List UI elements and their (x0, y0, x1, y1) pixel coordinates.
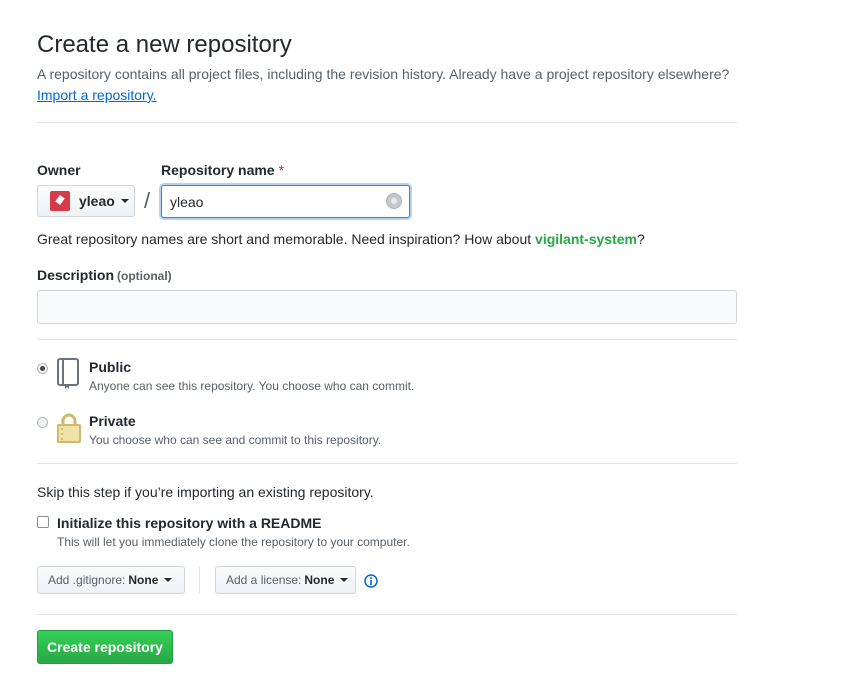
description-label-text: Description (37, 267, 115, 283)
info-icon[interactable] (364, 574, 378, 588)
page-subtitle: A repository contains all project files,… (37, 66, 730, 82)
gitignore-prefix: Add .gitignore: (48, 573, 126, 587)
page-title: Create a new repository (37, 31, 292, 58)
hint-text: Great repository names are short and mem… (37, 231, 536, 247)
owner-select-button[interactable]: yleao (37, 185, 135, 217)
public-option-title: Public (89, 359, 132, 375)
dropdown-divider (199, 566, 200, 594)
owner-repo-separator: / (144, 188, 151, 213)
user-avatar-icon (50, 191, 70, 211)
description-input[interactable] (37, 290, 737, 324)
import-repository-link[interactable]: Import a repository. (37, 87, 157, 103)
divider (37, 122, 737, 123)
description-label: Description (optional) (37, 267, 172, 283)
divider (37, 339, 737, 340)
private-radio[interactable] (37, 417, 48, 428)
repository-name-input[interactable] (161, 185, 410, 218)
repo-book-icon (57, 358, 79, 389)
license-prefix: Add a license: (226, 573, 302, 587)
gitignore-value: None (128, 573, 159, 587)
gitignore-dropdown[interactable]: Add .gitignore: None (37, 566, 185, 594)
public-radio[interactable] (37, 363, 48, 374)
optional-tag: (optional) (117, 269, 172, 283)
required-mark: * (278, 162, 285, 178)
repository-name-label: Repository name * (161, 162, 284, 178)
public-option-description: Anyone can see this repository. You choo… (89, 379, 415, 393)
skip-step-note: Skip this step if you’re importing an ex… (37, 484, 374, 500)
divider (37, 463, 737, 464)
private-option-description: You choose who can see and commit to thi… (89, 433, 382, 447)
license-dropdown[interactable]: Add a license: None (215, 566, 356, 594)
license-value: None (304, 573, 335, 587)
private-option-title: Private (89, 413, 136, 429)
name-suggestion-hint: Great repository names are short and mem… (37, 231, 645, 247)
owner-name: yleao (79, 193, 115, 209)
caret-down-icon (164, 578, 173, 582)
caret-down-icon (340, 578, 349, 582)
create-repository-button[interactable]: Create repository (37, 630, 173, 664)
owner-label: Owner (37, 162, 81, 178)
readme-checkbox-label[interactable]: Initialize this repository with a README (57, 515, 321, 531)
caret-down-icon (120, 199, 129, 203)
hint-suffix: ? (636, 231, 645, 247)
loading-spinner-icon (386, 193, 402, 209)
readme-checkbox[interactable] (37, 516, 49, 528)
lock-icon (57, 413, 81, 443)
repository-name-label-text: Repository name (161, 162, 275, 178)
divider (37, 614, 737, 615)
suggested-name-link[interactable]: vigilant-system (535, 231, 637, 247)
readme-description: This will let you immediately clone the … (57, 535, 410, 549)
